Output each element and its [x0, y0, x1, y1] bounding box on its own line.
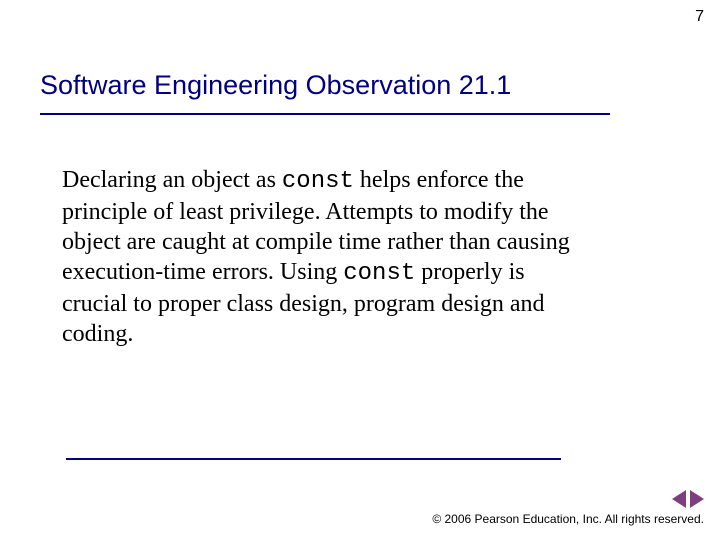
body-text: Declaring an object as const helps enfor… [62, 165, 592, 349]
slide-title: Software Engineering Observation 21.1 [40, 70, 680, 101]
page-number: 7 [695, 8, 704, 26]
keyword-const: const [282, 168, 354, 195]
slide-nav [672, 490, 704, 508]
keyword-const: const [343, 260, 415, 287]
copyright-footer: © 2006 Pearson Education, Inc. All right… [432, 512, 704, 526]
slide: 7 Software Engineering Observation 21.1 … [0, 0, 720, 540]
prev-slide-icon[interactable] [672, 490, 686, 508]
next-slide-icon[interactable] [690, 490, 704, 508]
body-underline [66, 458, 561, 460]
title-underline [40, 113, 610, 115]
body-text-part: Declaring an object as [62, 167, 282, 193]
